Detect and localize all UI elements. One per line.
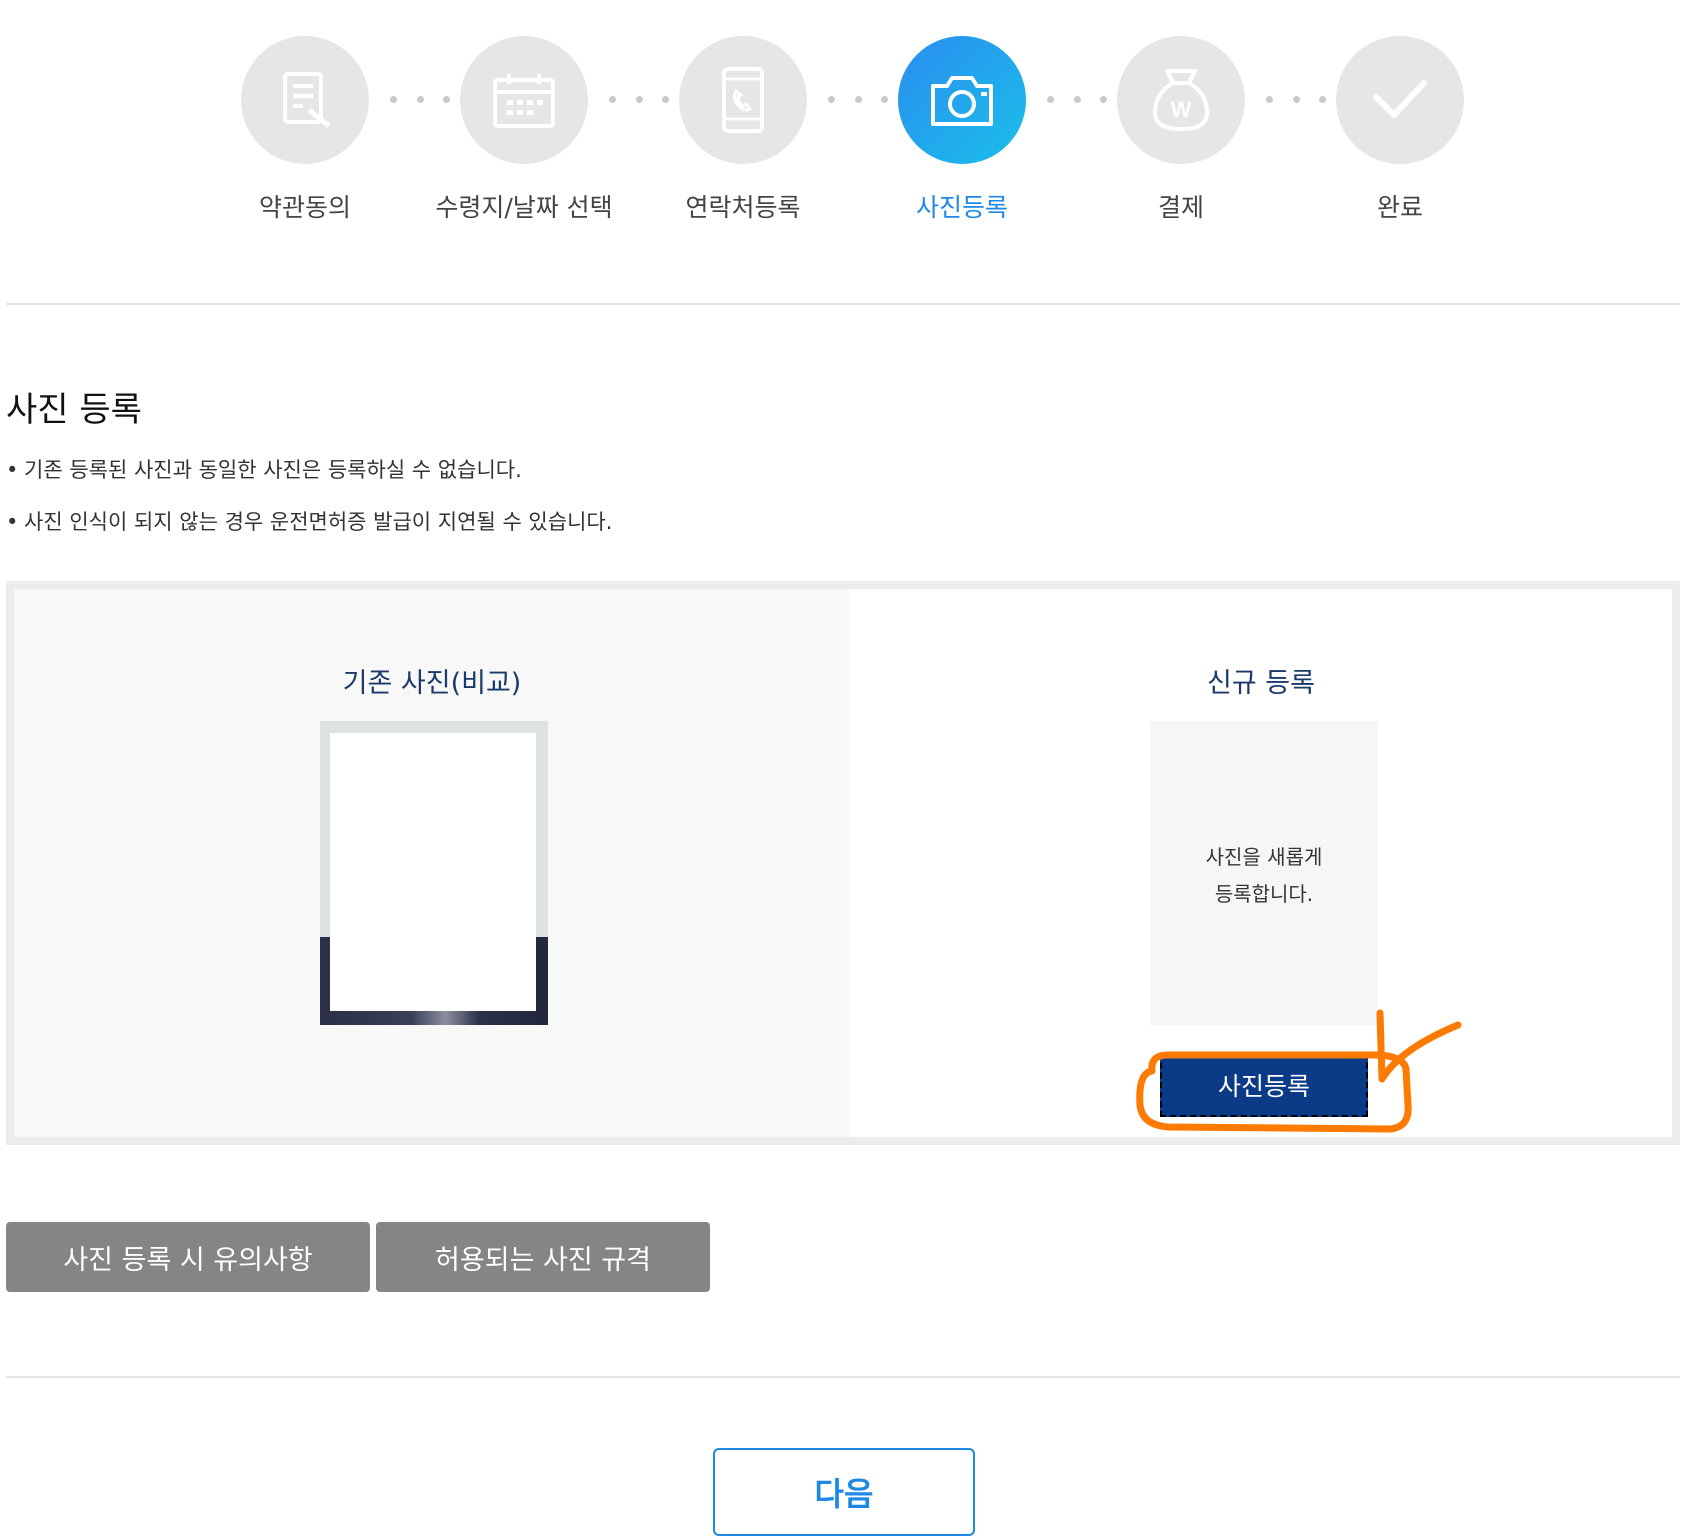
page-title: 사진 등록 <box>6 390 142 430</box>
bullet-icon: • <box>6 458 19 482</box>
step-circle: W <box>1117 36 1245 164</box>
step-circle <box>460 36 588 164</box>
existing-photo-title: 기존 사진(비교) <box>342 668 522 699</box>
divider <box>6 303 1680 305</box>
step-location-date: 수령지/날짜 선택 <box>414 36 634 224</box>
document-edit-icon <box>283 72 331 128</box>
phone-icon <box>722 67 764 133</box>
step-label: 완료 <box>1376 193 1423 222</box>
camera-icon <box>931 76 993 126</box>
new-photo-section: 신규 등록 사진을 새롭게 등록합니다. 사진등록 <box>850 589 1672 1137</box>
step-circle <box>241 36 369 164</box>
bullet-icon: • <box>6 510 19 534</box>
notice-text: 기존 등록된 사진과 동일한 사진은 등록하실 수 없습니다. <box>24 458 522 482</box>
notice-item: • 기존 등록된 사진과 동일한 사진은 등록하실 수 없습니다. <box>6 454 522 484</box>
new-photo-placeholder[interactable]: 사진을 새롭게 등록합니다. <box>1150 721 1378 1025</box>
step-circle <box>1336 36 1464 164</box>
notice-text: 사진 인식이 되지 않는 경우 운전면허증 발급이 지연될 수 있습니다. <box>24 510 613 534</box>
step-label: 연락처등록 <box>685 193 801 222</box>
step-label: 사진등록 <box>915 193 1008 222</box>
divider <box>6 1376 1680 1378</box>
new-photo-placeholder-text: 사진을 새롭게 등록합니다. <box>1205 845 1323 906</box>
allowed-photo-spec-button[interactable]: 허용되는 사진 규격 <box>376 1222 710 1292</box>
step-payment: W 결제 <box>1071 36 1291 224</box>
new-photo-title: 신규 등록 <box>1207 668 1315 699</box>
photo-precautions-button[interactable]: 사진 등록 시 유의사항 <box>6 1222 370 1292</box>
step-contact: 연락처등록 <box>633 36 853 224</box>
step-circle <box>898 36 1026 164</box>
existing-photo <box>320 721 548 1025</box>
step-complete: 완료 <box>1290 36 1510 224</box>
step-label: 결제 <box>1157 193 1204 222</box>
next-button[interactable]: 다음 <box>713 1448 975 1536</box>
register-photo-button[interactable]: 사진등록 <box>1160 1053 1368 1117</box>
step-photo: 사진등록 <box>852 36 1072 224</box>
notice-item: • 사진 인식이 되지 않는 경우 운전면허증 발급이 지연될 수 있습니다. <box>6 506 612 536</box>
calendar-icon <box>493 74 555 128</box>
step-label: 수령지/날짜 선택 <box>435 193 613 222</box>
step-label: 약관동의 <box>258 193 351 222</box>
money-bag-icon: W <box>1153 69 1209 131</box>
step-terms: 약관동의 <box>195 36 415 224</box>
photo-panel: 기존 사진(비교) 신규 등록 사진을 새롭게 등록합니다. 사진등록 <box>6 581 1680 1145</box>
progress-stepper: 약관동의 수령지/날짜 선택 연락처등록 사진등록 W 결제 완료 <box>0 0 1686 240</box>
svg-text:W: W <box>1171 97 1192 122</box>
step-circle <box>679 36 807 164</box>
existing-photo-section: 기존 사진(비교) <box>14 589 850 1137</box>
photo-redacted-area <box>330 733 536 1011</box>
check-icon <box>1373 80 1427 118</box>
